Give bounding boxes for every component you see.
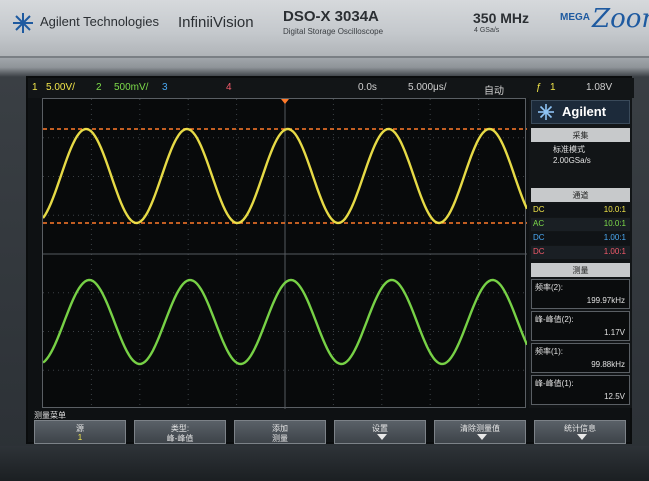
softkey-button[interactable]: 统计信息 <box>534 420 626 444</box>
softkey-submenu-arrow-icon <box>377 434 387 440</box>
softkey-button[interactable]: 源1 <box>34 420 126 444</box>
softkey-button[interactable]: 设置 <box>334 420 426 444</box>
waveform-graticule[interactable]: 12 <box>42 98 527 409</box>
measurement-label: 峰-峰值(2): <box>535 315 574 324</box>
measurement-item: 峰-峰值(2): 1.17V <box>531 311 630 341</box>
measurement-item: 频率(1): 99.88kHz <box>531 343 630 373</box>
measurement-label: 峰-峰值(1): <box>535 379 574 388</box>
ch2-number[interactable]: 2 <box>96 82 102 93</box>
trigger-mode[interactable]: 自动 <box>484 82 504 97</box>
product-line: InfiniiVision <box>178 14 254 31</box>
ch3-number[interactable]: 3 <box>162 82 168 93</box>
softkey-submenu-arrow-icon <box>477 434 487 440</box>
channel-coupling: DC <box>533 247 545 256</box>
front-panel-bottom <box>0 446 649 481</box>
acquisition-rate: 2.00GSa/s <box>553 156 591 165</box>
channel-coupling: AC <box>533 219 545 228</box>
waveform-plot: 12 <box>43 99 527 409</box>
mega-label: MEGA <box>560 12 590 23</box>
measurement-item: 频率(2): 199.97kHz <box>531 279 630 309</box>
measurement-value: 199.97kHz <box>586 296 625 305</box>
time-position[interactable]: 0.0s <box>358 82 377 93</box>
ch1-number[interactable]: 1 <box>32 82 38 93</box>
scope-display: 1 5.00V/ 2 500mV/ 3 4 0.0s 5.000μs/ 自动 ƒ… <box>26 76 634 444</box>
time-scale[interactable]: 5.000μs/ <box>408 82 447 93</box>
channel-coupling: DC <box>533 233 545 242</box>
info-panel: Agilent 采集 标准模式 2.00GSa/s 通道 DC 10.0:1 AC 1… <box>529 98 632 408</box>
softkey-value: 测量 <box>272 434 288 443</box>
zoom-logo: Zoom <box>592 4 649 34</box>
top-brand-bar: Agilent Technologies InfiniiVision DSO-X… <box>0 0 649 58</box>
trigger-level[interactable]: 1.08V <box>586 82 612 93</box>
channel-probe-ratio: 1.00:1 <box>603 247 626 256</box>
status-bar: 1 5.00V/ 2 500mV/ 3 4 0.0s 5.000μs/ 自动 ƒ… <box>28 78 634 98</box>
model-description: Digital Storage Oscilloscope <box>283 27 384 36</box>
softkey-button[interactable]: 添加 测量 <box>234 420 326 444</box>
channel-probe-ratio: 10.0:1 <box>603 205 626 214</box>
brand-name: Agilent Technologies <box>40 14 160 29</box>
trigger-edge-icon: ƒ <box>536 82 542 93</box>
measurements-header: 测量 <box>531 263 630 277</box>
panel-logo-text: Agilent <box>562 104 607 119</box>
softkey-button[interactable]: 清除测量值 <box>434 420 526 444</box>
channels-header: 通道 <box>531 188 630 202</box>
ch2-scale[interactable]: 500mV/ <box>114 82 148 93</box>
model-number: DSO-X 3034A <box>283 8 379 25</box>
agilent-panel-logo: Agilent <box>531 100 630 124</box>
measurement-item: 峰-峰值(1): 12.5V <box>531 375 630 405</box>
acquisition-mode: 标准模式 <box>553 145 585 154</box>
softkey-row: 源 1 类型: 峰-峰值 添加 测量 设置 清除测量值 统计信息 <box>34 420 630 444</box>
softkey-title: 清除测量值 <box>460 424 500 433</box>
softkey-title: 设置 <box>372 424 388 433</box>
softkey-title: 统计信息 <box>564 424 596 433</box>
agilent-spark-logo-icon <box>13 13 33 33</box>
bandwidth-label: 350 MHz <box>473 10 530 26</box>
ch4-number[interactable]: 4 <box>226 82 232 93</box>
ch1-scale[interactable]: 5.00V/ <box>46 82 75 93</box>
channel-row: DC 1.00:1 <box>531 232 630 245</box>
channel-probe-ratio: 1.00:1 <box>603 233 626 242</box>
measurement-label: 频率(2): <box>535 283 563 292</box>
softkey-value: 峰-峰值 <box>166 434 194 443</box>
measurement-value: 99.88kHz <box>591 360 625 369</box>
measurement-value: 12.5V <box>604 392 625 401</box>
trigger-position-icon <box>281 99 289 104</box>
agilent-spark-icon <box>538 104 554 120</box>
softkey-value: 1 <box>77 433 83 442</box>
measurement-label: 频率(1): <box>535 347 563 356</box>
acquisition-header: 采集 <box>531 128 630 142</box>
softkey-submenu-arrow-icon <box>577 434 587 440</box>
channel-row: DC 1.00:1 <box>531 246 630 259</box>
channel-probe-ratio: 10.0:1 <box>603 219 626 228</box>
channel-row: DC 10.0:1 <box>531 204 630 217</box>
trigger-source[interactable]: 1 <box>550 82 556 93</box>
softkey-button[interactable]: 类型: 峰-峰值 <box>134 420 226 444</box>
measurement-value: 1.17V <box>604 328 625 337</box>
channel-coupling: DC <box>533 205 545 214</box>
sample-rate-label: 4 GSa/s <box>474 27 500 34</box>
channel-row: AC 10.0:1 <box>531 218 630 231</box>
